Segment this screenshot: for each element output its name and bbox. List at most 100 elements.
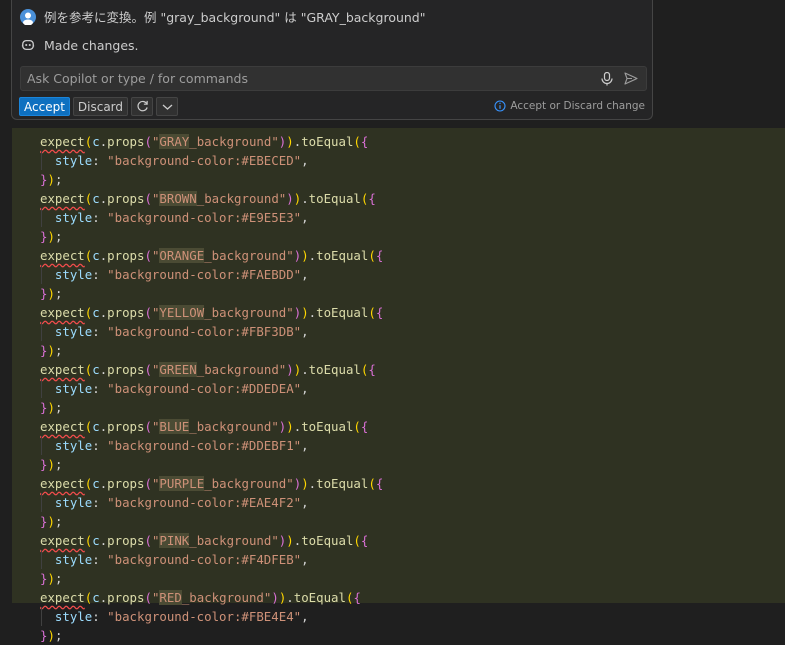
code-line-close: }); xyxy=(40,457,63,472)
variable: c xyxy=(92,305,100,320)
changed-key: ORANGE xyxy=(159,248,205,263)
indent-guide xyxy=(41,550,42,569)
code-line-close: }); xyxy=(40,343,63,358)
to-equal-method: toEqual xyxy=(316,476,369,491)
changed-key: BROWN xyxy=(159,191,197,206)
variable: c xyxy=(92,419,100,434)
style-value: "background-color:#FBE4E4" xyxy=(107,609,302,624)
copilot-inline-chat: 例を参考に変換。例 "gray_background" は "GRAY_back… xyxy=(11,0,653,120)
code-editor[interactable]: expect(c.props("GRAY_background")).toEqu… xyxy=(0,128,785,643)
code-line-style: style: "background-color:#E9E5E3", xyxy=(54,210,309,225)
props-method: props xyxy=(107,134,145,149)
copilot-icon xyxy=(20,37,36,53)
changed-key: PINK xyxy=(159,533,190,548)
send-icon[interactable] xyxy=(622,70,640,88)
expect-call: expect xyxy=(40,305,85,320)
style-key: style xyxy=(54,438,93,453)
code-line-style: style: "background-color:#DDEDEA", xyxy=(54,381,309,396)
indent-guide xyxy=(41,436,42,455)
to-equal-method: toEqual xyxy=(301,533,354,548)
code-line-expect: expect(c.props("YELLOW_background")).toE… xyxy=(40,305,384,320)
code-line-expect: expect(c.props("ORANGE_background")).toE… xyxy=(40,248,384,263)
code-line-expect: expect(c.props("PURPLE_background")).toE… xyxy=(40,476,384,491)
expect-call: expect xyxy=(40,419,85,434)
style-value: "background-color:#FAEBDD" xyxy=(107,267,302,282)
code-line-style: style: "background-color:#FBE4E4", xyxy=(54,609,309,624)
code-line-style: style: "background-color:#F4DFEB", xyxy=(54,552,309,567)
chat-request: 例を参考に変換。例 "gray_background" は "GRAY_back… xyxy=(20,7,426,26)
code-line-expect: expect(c.props("GRAY_background")).toEqu… xyxy=(40,134,369,149)
copilot-input[interactable] xyxy=(21,67,598,90)
to-equal-method: toEqual xyxy=(316,305,369,320)
props-method: props xyxy=(107,590,145,605)
info-icon xyxy=(494,100,506,112)
refresh-icon xyxy=(136,100,148,112)
discard-button[interactable]: Discard xyxy=(72,97,129,116)
props-method: props xyxy=(107,419,145,434)
copilot-input-box xyxy=(20,66,647,91)
microphone-icon[interactable] xyxy=(598,70,616,88)
indent-guide xyxy=(41,493,42,512)
code-line-style: style: "background-color:#FBF3DB", xyxy=(54,324,309,339)
indent-guide xyxy=(41,607,42,626)
code-line-expect: expect(c.props("BLUE_background")).toEqu… xyxy=(40,419,369,434)
expect-call: expect xyxy=(40,362,85,377)
more-options-button[interactable] xyxy=(156,97,179,116)
indent-guide xyxy=(41,322,42,341)
to-equal-method: toEqual xyxy=(301,419,354,434)
props-method: props xyxy=(107,476,145,491)
style-key: style xyxy=(54,153,93,168)
style-value: "background-color:#DDEBF1" xyxy=(107,438,302,453)
changed-key: YELLOW xyxy=(159,305,205,320)
props-method: props xyxy=(107,191,145,206)
indent-guide xyxy=(41,379,42,398)
changed-key: GREEN xyxy=(159,362,197,377)
style-key: style xyxy=(54,381,93,396)
code-line-close: }); xyxy=(40,514,63,529)
regenerate-button[interactable] xyxy=(131,97,154,116)
accept-discard-hint: Accept or Discard change xyxy=(494,100,645,112)
code-line-expect: expect(c.props("RED_background")).toEqua… xyxy=(40,590,361,605)
style-key: style xyxy=(54,210,93,225)
user-avatar-icon xyxy=(20,8,36,25)
style-key: style xyxy=(54,495,93,510)
chat-response-text: Made changes. xyxy=(44,37,139,53)
code-line-style: style: "background-color:#FAEBDD", xyxy=(54,267,309,282)
code-line-close: }); xyxy=(40,286,63,301)
style-value: "background-color:#FBF3DB" xyxy=(107,324,302,339)
style-value: "background-color:#DDEDEA" xyxy=(107,381,302,396)
variable: c xyxy=(92,533,100,548)
style-value: "background-color:#E9E5E3" xyxy=(107,210,302,225)
expect-call: expect xyxy=(40,191,85,206)
style-key: style xyxy=(54,267,93,282)
code-line-close: }); xyxy=(40,628,63,643)
to-equal-method: toEqual xyxy=(308,191,361,206)
changed-key: BLUE xyxy=(159,419,190,434)
code-line-style: style: "background-color:#EAE4F2", xyxy=(54,495,309,510)
chevron-down-icon xyxy=(162,104,172,110)
style-key: style xyxy=(54,609,93,624)
props-method: props xyxy=(107,362,145,377)
code-line-expect: expect(c.props("PINK_background")).toEqu… xyxy=(40,533,369,548)
code-line-expect: expect(c.props("BROWN_background")).toEq… xyxy=(40,191,376,206)
changed-key: RED xyxy=(159,590,182,605)
code-line-style: style: "background-color:#DDEBF1", xyxy=(54,438,309,453)
code-line-close: }); xyxy=(40,571,63,586)
accept-button[interactable]: Accept xyxy=(19,97,70,116)
indent-guide xyxy=(41,208,42,227)
changed-key: GRAY xyxy=(159,134,190,149)
expect-call: expect xyxy=(40,590,85,605)
variable: c xyxy=(92,590,100,605)
style-key: style xyxy=(54,324,93,339)
hint-text: Accept or Discard change xyxy=(510,100,645,112)
style-key: style xyxy=(54,552,93,567)
style-value: "background-color:#EAE4F2" xyxy=(107,495,302,510)
chat-response: Made changes. xyxy=(20,37,139,53)
indent-guide xyxy=(41,265,42,284)
props-method: props xyxy=(107,305,145,320)
chat-action-buttons: Accept Discard xyxy=(19,97,179,116)
code-line-close: }); xyxy=(40,400,63,415)
to-equal-method: toEqual xyxy=(316,248,369,263)
code-line-close: }); xyxy=(40,229,63,244)
changed-key: PURPLE xyxy=(159,476,205,491)
